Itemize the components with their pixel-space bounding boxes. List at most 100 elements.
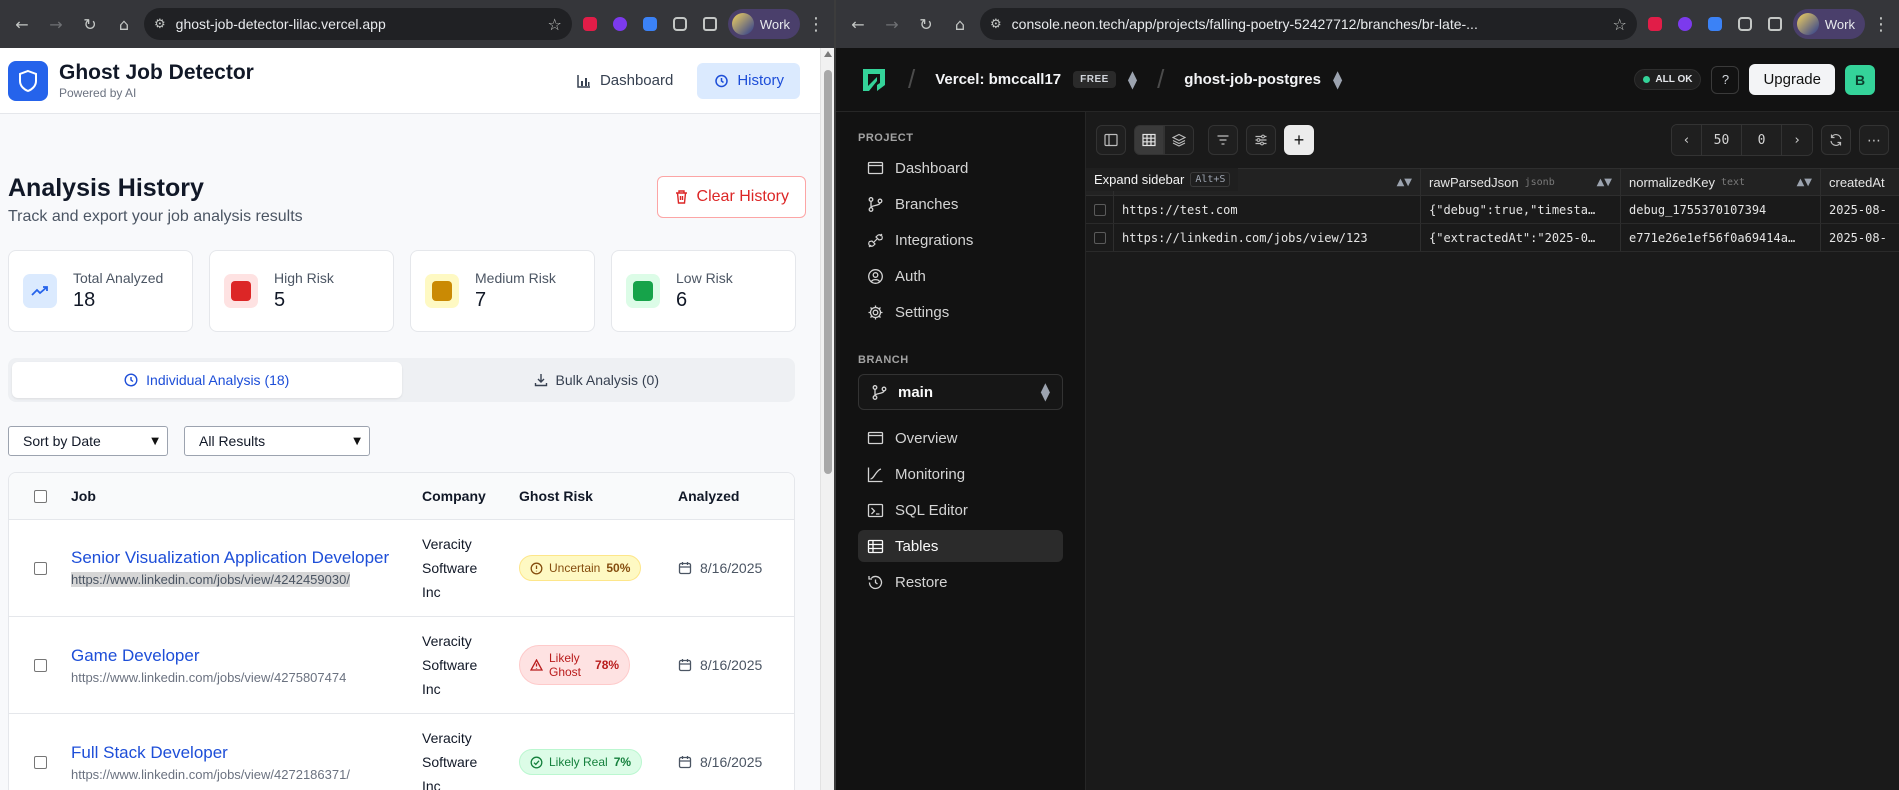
menu-kebab-icon[interactable]: ⋮ — [806, 14, 826, 35]
address-bar[interactable]: ⚙ console.neon.tech/app/projects/falling… — [980, 8, 1637, 40]
job-title-link[interactable]: Game Developer — [71, 646, 422, 666]
project-name[interactable]: ghost-job-postgres — [1184, 71, 1321, 88]
address-url[interactable]: ghost-job-detector-lilac.vercel.app — [176, 16, 538, 32]
table-row[interactable]: https://test.com {"debug":true,"timesta…… — [1086, 196, 1899, 224]
menu-kebab-icon[interactable]: ⋮ — [1871, 14, 1891, 35]
sidebar-item-label: Integrations — [895, 231, 974, 249]
extension-blue-icon[interactable] — [1703, 12, 1727, 36]
column-header-rawparsedjson[interactable]: rawParsedJson jsonb ▲▼ — [1421, 169, 1621, 195]
more-options-icon[interactable]: ⋯ — [1859, 125, 1889, 155]
extensions-puzzle-icon[interactable] — [1733, 12, 1757, 36]
help-icon[interactable]: ? — [1711, 65, 1740, 94]
page-scrollbar[interactable] — [820, 48, 834, 790]
row-checkbox[interactable] — [33, 755, 47, 769]
cell-key[interactable]: e771e26e1ef56f0a69414a… — [1621, 224, 1821, 251]
grid-view-icon[interactable] — [1134, 125, 1164, 155]
sidebar-item-monitoring[interactable]: Monitoring — [858, 458, 1063, 490]
row-checkbox[interactable] — [1093, 203, 1106, 216]
scrollbar-thumb[interactable] — [824, 70, 832, 474]
extension-red-icon[interactable] — [578, 12, 602, 36]
stat-value: 6 — [676, 289, 688, 311]
sidebar-item-dashboard[interactable]: Dashboard — [858, 152, 1063, 184]
profile-button[interactable]: Work — [727, 9, 800, 39]
back-icon[interactable]: ← — [8, 10, 36, 38]
row-checkbox[interactable] — [1093, 231, 1106, 244]
sidebar-item-tables[interactable]: Tables — [858, 530, 1063, 562]
scroll-up-arrow-icon[interactable] — [824, 51, 832, 57]
sort-icon[interactable]: ▲▼ — [1597, 177, 1612, 188]
bookmark-star-icon[interactable]: ☆ — [548, 15, 562, 34]
extensions-puzzle-icon[interactable] — [668, 12, 692, 36]
refresh-icon[interactable] — [1821, 125, 1851, 155]
select-all-checkbox[interactable] — [33, 489, 47, 503]
bookmark-star-icon[interactable]: ☆ — [1613, 15, 1627, 34]
cell-created[interactable]: 2025-08- — [1821, 196, 1899, 223]
sidebar-item-settings[interactable]: Settings — [858, 296, 1063, 328]
tab-search-icon[interactable] — [1763, 12, 1787, 36]
sliders-icon[interactable] — [1246, 125, 1276, 155]
site-info-icon[interactable]: ⚙ — [990, 17, 1002, 32]
forward-icon[interactable]: → — [42, 10, 70, 38]
sidebar-toggle-icon[interactable] — [1096, 125, 1126, 155]
sidebar-item-auth[interactable]: Auth — [858, 260, 1063, 292]
row-checkbox[interactable] — [33, 561, 47, 575]
row-checkbox[interactable] — [33, 658, 47, 672]
extension-red-icon[interactable] — [1643, 12, 1667, 36]
page-size-input[interactable]: 50 — [1702, 125, 1742, 155]
upgrade-button[interactable]: Upgrade — [1749, 64, 1835, 95]
sidebar-item-sql-editor[interactable]: SQL Editor — [858, 494, 1063, 526]
result-filter-select[interactable]: All Results ▼ — [184, 426, 370, 456]
layers-icon[interactable] — [1164, 125, 1194, 155]
cell-created[interactable]: 2025-08- — [1821, 224, 1899, 251]
cell-url[interactable]: https://linkedin.com/jobs/view/123 — [1114, 224, 1421, 251]
nav-history-label: History — [737, 72, 784, 89]
sort-icon[interactable]: ▲▼ — [1797, 177, 1812, 188]
clear-history-button[interactable]: Clear History — [656, 176, 806, 218]
sort-select[interactable]: Sort by Date ▼ — [8, 426, 168, 456]
extension-purple-icon[interactable] — [1673, 12, 1697, 36]
job-title-link[interactable]: Senior Visualization Application Develop… — [71, 548, 422, 568]
home-icon[interactable]: ⌂ — [946, 10, 974, 38]
sidebar-item-restore[interactable]: Restore — [858, 566, 1063, 598]
site-info-icon[interactable]: ⚙ — [154, 17, 166, 32]
tab-individual-analysis[interactable]: Individual Analysis (18) — [12, 362, 402, 398]
reload-icon[interactable]: ↻ — [76, 10, 104, 38]
profile-button[interactable]: Work — [1792, 9, 1865, 39]
tab-bulk-analysis[interactable]: Bulk Analysis (0) — [402, 362, 792, 398]
tab-search-icon[interactable] — [698, 12, 722, 36]
cell-json[interactable]: {"debug":true,"timesta… — [1421, 196, 1621, 223]
branch-selector[interactable]: main ▲ ▼ — [858, 374, 1063, 410]
add-record-plus-icon[interactable]: + — [1284, 125, 1314, 155]
sidebar-item-branches[interactable]: Branches — [858, 188, 1063, 220]
status-badge[interactable]: ALL OK — [1634, 69, 1702, 90]
nav-dashboard-button[interactable]: Dashboard — [560, 63, 689, 99]
column-header-normalizedkey[interactable]: normalizedKey text ▲▼ — [1621, 169, 1821, 195]
cell-url[interactable]: https://test.com — [1114, 196, 1421, 223]
cell-json[interactable]: {"extractedAt":"2025-0… — [1421, 224, 1621, 251]
address-bar[interactable]: ⚙ ghost-job-detector-lilac.vercel.app ☆ — [144, 8, 572, 40]
table-row[interactable]: https://linkedin.com/jobs/view/123 {"ext… — [1086, 224, 1899, 252]
extension-blue-icon[interactable] — [638, 12, 662, 36]
sidebar-item-integrations[interactable]: Integrations — [858, 224, 1063, 256]
address-url[interactable]: console.neon.tech/app/projects/falling-p… — [1012, 16, 1603, 32]
offset-input[interactable]: 0 — [1742, 125, 1782, 155]
next-page-icon[interactable]: › — [1782, 125, 1812, 155]
org-name[interactable]: Vercel: bmccall17 — [935, 71, 1061, 88]
sort-icon[interactable]: ▲▼ — [1397, 177, 1412, 188]
column-header-createdat[interactable]: createdAt — [1821, 169, 1899, 195]
user-avatar[interactable]: B — [1845, 64, 1875, 95]
sidebar-item-overview[interactable]: Overview — [858, 422, 1063, 454]
project-switcher-icon[interactable]: ▲ ▼ — [1333, 69, 1342, 90]
cell-key[interactable]: debug_1755370107394 — [1621, 196, 1821, 223]
home-icon[interactable]: ⌂ — [110, 10, 138, 38]
prev-page-icon[interactable]: ‹ — [1672, 125, 1702, 155]
neon-logo-icon[interactable] — [860, 66, 888, 94]
reload-icon[interactable]: ↻ — [912, 10, 940, 38]
org-switcher-icon[interactable]: ▲ ▼ — [1128, 69, 1137, 90]
filter-icon[interactable] — [1208, 125, 1238, 155]
nav-history-button[interactable]: History — [697, 62, 800, 99]
job-title-link[interactable]: Full Stack Developer — [71, 743, 422, 763]
back-icon[interactable]: ← — [844, 10, 872, 38]
forward-icon[interactable]: → — [878, 10, 906, 38]
extension-purple-icon[interactable] — [608, 12, 632, 36]
